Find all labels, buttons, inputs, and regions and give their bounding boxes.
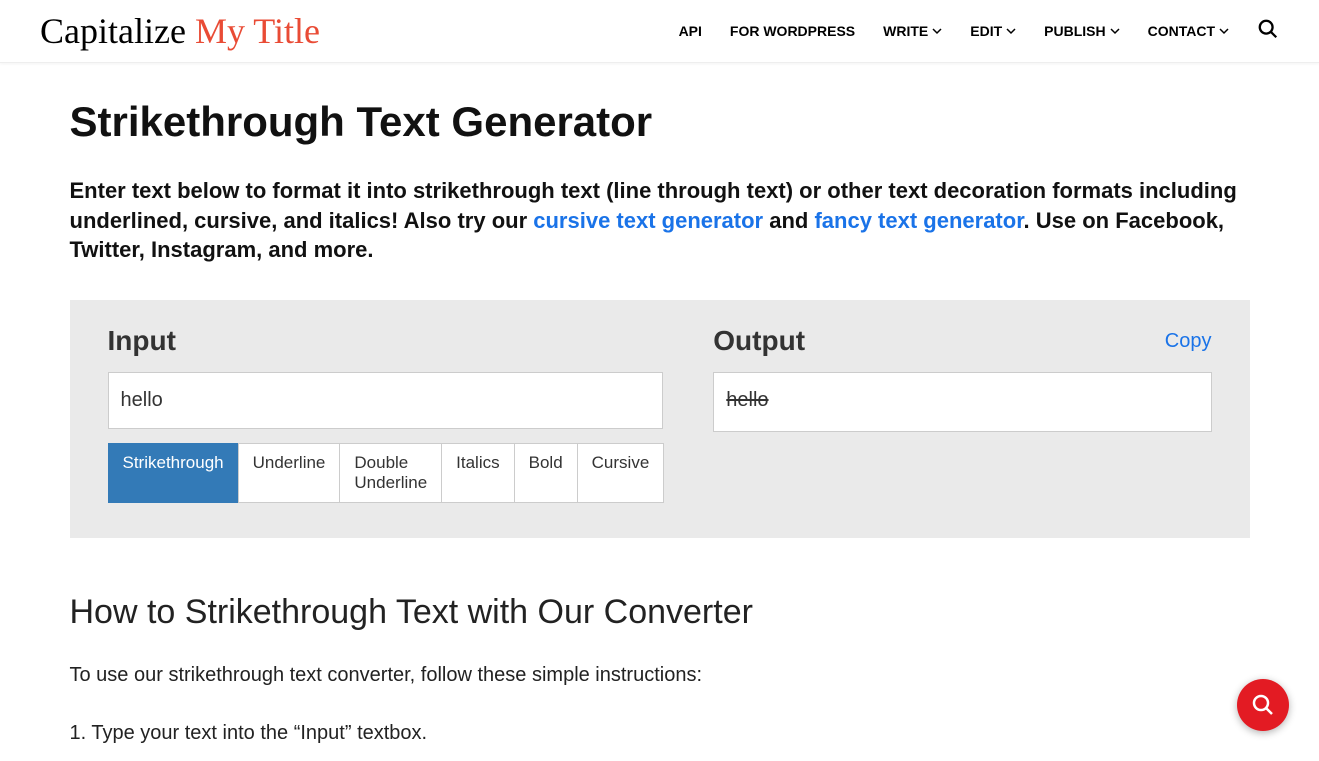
nav-write[interactable]: WRITE <box>883 23 942 39</box>
nav-edit[interactable]: EDIT <box>970 23 1016 39</box>
tool-box: Input Strikethrough Underline Double Und… <box>70 300 1250 538</box>
input-label: Input <box>108 325 176 357</box>
tab-strikethrough[interactable]: Strikethrough <box>108 443 239 503</box>
logo-text-2: My Title <box>195 11 320 51</box>
fancy-generator-link[interactable]: fancy text generator <box>814 208 1023 233</box>
chevron-down-icon <box>1110 26 1120 36</box>
nav-label: EDIT <box>970 23 1002 39</box>
input-textbox[interactable] <box>108 372 664 429</box>
search-icon[interactable] <box>1257 18 1279 45</box>
copy-button[interactable]: Copy <box>1165 330 1212 353</box>
nav-label: API <box>679 23 702 39</box>
tab-double-underline[interactable]: Double Underline <box>339 443 442 503</box>
site-header: Capitalize My Title API FOR WORDPRESS WR… <box>0 0 1319 63</box>
tab-underline[interactable]: Underline <box>238 443 341 503</box>
tab-bold[interactable]: Bold <box>514 443 578 503</box>
search-fab[interactable] <box>1237 679 1289 731</box>
nav-label: WRITE <box>883 23 928 39</box>
cursive-generator-link[interactable]: cursive text generator <box>533 208 763 233</box>
intro-mid: and <box>763 208 814 233</box>
chevron-down-icon <box>1006 26 1016 36</box>
howto-title: How to Strikethrough Text with Our Conve… <box>70 593 1250 632</box>
nav-contact[interactable]: CONTACT <box>1148 23 1229 39</box>
site-logo[interactable]: Capitalize My Title <box>40 10 320 52</box>
format-tabs: Strikethrough Underline Double Underline… <box>108 443 664 503</box>
nav-wordpress[interactable]: FOR WORDPRESS <box>730 23 855 39</box>
logo-text-1: Capitalize <box>40 11 195 51</box>
howto-step-1: 1. Type your text into the “Input” textb… <box>70 718 1250 748</box>
nav-api[interactable]: API <box>679 23 702 39</box>
output-label: Output <box>713 325 805 357</box>
output-column: Output Copy hello <box>713 325 1211 503</box>
howto-intro: To use our strikethrough text converter,… <box>70 660 770 690</box>
page-title: Strikethrough Text Generator <box>70 98 1250 146</box>
tab-italics[interactable]: Italics <box>441 443 514 503</box>
chevron-down-icon <box>1219 26 1229 36</box>
chevron-down-icon <box>932 26 942 36</box>
input-column: Input Strikethrough Underline Double Und… <box>108 325 664 503</box>
nav-label: PUBLISH <box>1044 23 1105 39</box>
intro-text: Enter text below to format it into strik… <box>70 176 1250 265</box>
main-nav: API FOR WORDPRESS WRITE EDIT PUBLISH CON… <box>679 18 1279 45</box>
nav-label: FOR WORDPRESS <box>730 23 855 39</box>
nav-label: CONTACT <box>1148 23 1215 39</box>
tab-cursive[interactable]: Cursive <box>577 443 665 503</box>
nav-publish[interactable]: PUBLISH <box>1044 23 1119 39</box>
search-icon <box>1251 693 1275 717</box>
output-textbox[interactable]: hello <box>713 372 1211 432</box>
